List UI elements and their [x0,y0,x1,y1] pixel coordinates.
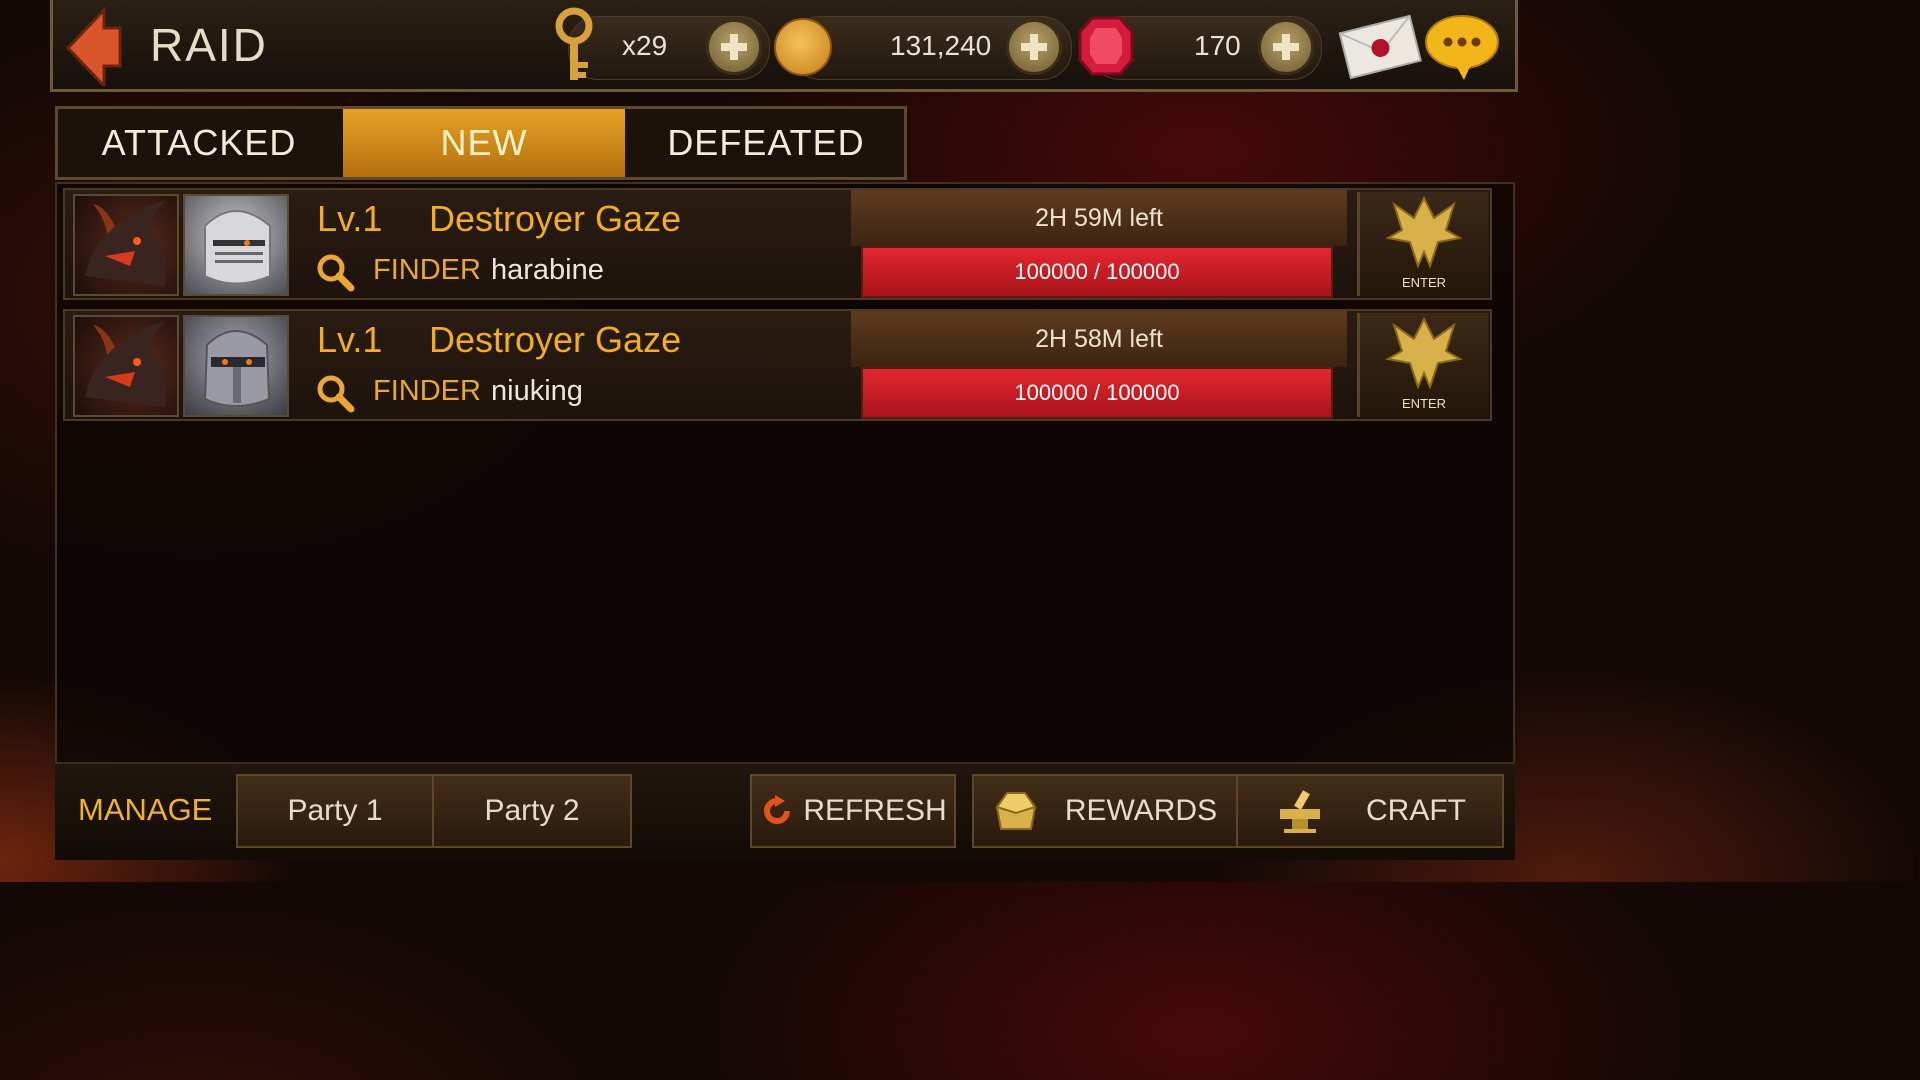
tab-new[interactable]: NEW [343,109,625,177]
finder-label: FINDER [373,254,481,286]
time-left: 2H 58M left [851,311,1347,367]
enter-button[interactable]: ENTER [1357,313,1488,417]
ruby-gem-icon [1078,14,1134,78]
party-2-button[interactable]: Party 2 [432,774,632,848]
boss-portrait [73,194,179,296]
back-button[interactable] [64,6,124,90]
dragon-emblem-icon [1385,316,1463,390]
finder-label: FINDER [373,375,481,407]
page-title: RAID [150,19,268,71]
raid-row: Lv.1 Destroyer Gaze FINDER niuking 2H 58… [63,309,1492,421]
add-gems-button[interactable] [1258,19,1314,75]
tab-attacked[interactable]: ATTACKED [58,109,340,177]
enter-button[interactable]: ENTER [1357,192,1488,296]
raid-tabs: ATTACKED NEW DEFEATED [55,106,907,180]
enter-label: ENTER [1401,275,1447,290]
raid-level: Lv.1 [317,198,383,239]
finder-name: harabine [491,254,604,286]
raid-level: Lv.1 [317,319,383,360]
mail-icon [1338,14,1422,80]
refresh-icon [764,795,791,824]
craft-anvil-icon [1280,790,1320,833]
refresh-button[interactable]: REFRESH [750,774,956,848]
gold-value: 131,240 [890,30,992,61]
time-left: 2H 59M left [851,190,1347,246]
raid-boss-name: Destroyer Gaze [429,198,682,239]
gold-coin-icon [774,18,832,76]
search-icon [315,373,355,413]
hp-bar: 100000 / 100000 [861,246,1333,298]
tab-defeated[interactable]: DEFEATED [625,109,907,177]
mail-button[interactable] [1338,12,1422,80]
rewards-label: REWARDS [1064,794,1218,827]
hp-value: 100000 / 100000 [1014,259,1180,284]
chat-icon [1425,15,1499,80]
refresh-label: REFRESH [803,794,947,827]
craft-label: CRAFT [1366,794,1466,827]
dragon-emblem-icon [1385,195,1463,269]
gems-value: 170 [1194,30,1241,61]
rewards-button[interactable]: REWARDS [972,774,1238,848]
key-icon [552,6,598,86]
search-icon [315,252,355,292]
finder-portrait [183,315,289,417]
boss-portrait [73,315,179,417]
keys-value: x29 [622,30,668,61]
manage-label: MANAGE [78,792,213,827]
raid-boss-name: Destroyer Gaze [429,319,682,360]
add-gold-button[interactable] [1006,19,1062,75]
finder-name: niuking [491,375,583,407]
rewards-box-icon [995,792,1037,830]
raid-row: Lv.1 Destroyer Gaze FINDER harabine 2H 5… [63,188,1492,300]
hp-value: 100000 / 100000 [1014,380,1180,405]
party-1-button[interactable]: Party 1 [236,774,434,848]
craft-button[interactable]: CRAFT [1236,774,1504,848]
back-arrow-icon [65,6,122,90]
hp-bar: 100000 / 100000 [861,367,1333,419]
chat-button[interactable] [1424,12,1500,82]
finder-portrait [183,194,289,296]
add-keys-button[interactable] [706,19,762,75]
enter-label: ENTER [1401,396,1447,411]
